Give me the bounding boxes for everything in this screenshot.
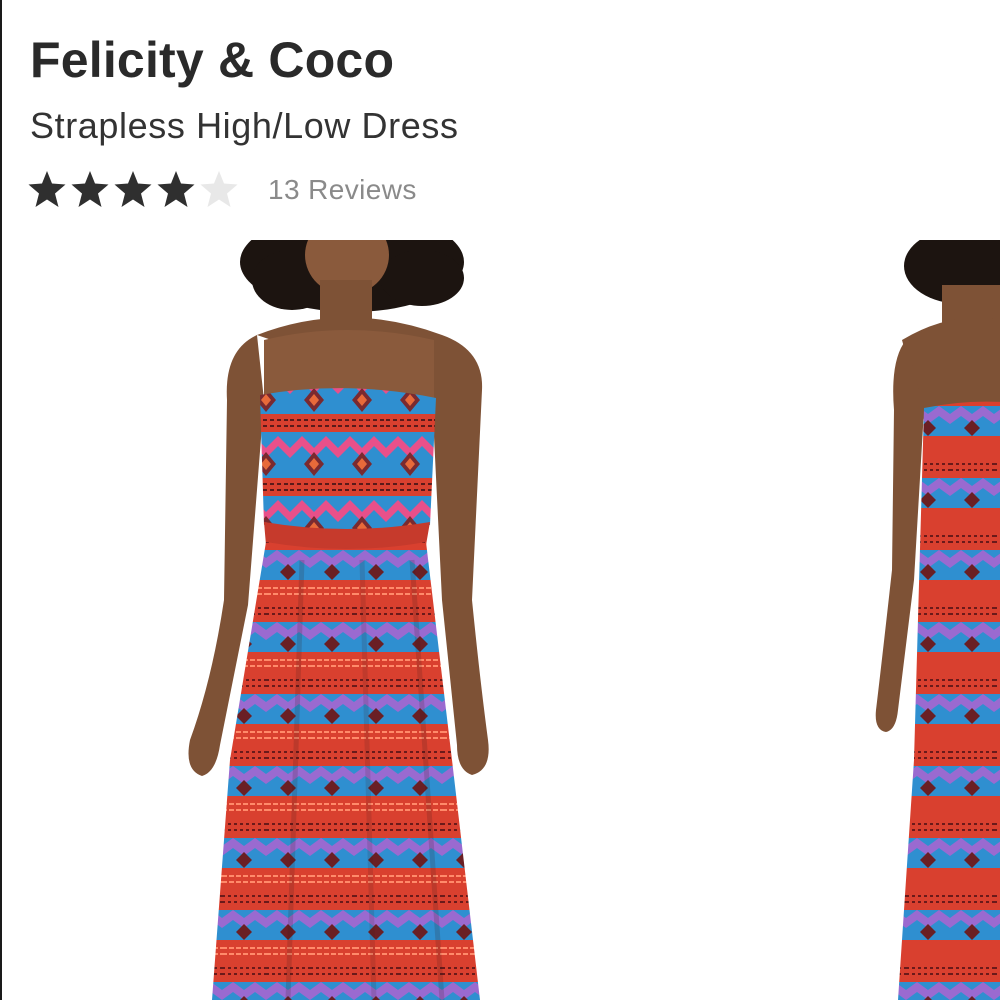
reviews-link[interactable]: 13 Reviews	[268, 168, 417, 212]
product-title: Strapless High/Low Dress	[30, 105, 459, 146]
star-empty-icon	[199, 169, 242, 211]
star-filled-icon	[113, 169, 156, 211]
product-image-gallery[interactable]	[2, 240, 1000, 1000]
brand-name[interactable]: Felicity & Coco	[30, 28, 394, 92]
star-filled-icon	[156, 169, 199, 211]
product-image-back[interactable]	[862, 240, 1000, 1000]
star-filled-icon	[70, 169, 113, 211]
product-image-front[interactable]	[2, 240, 622, 1000]
rating-row: 13 Reviews	[27, 168, 417, 212]
star-rating	[27, 169, 242, 211]
star-filled-icon	[27, 169, 70, 211]
